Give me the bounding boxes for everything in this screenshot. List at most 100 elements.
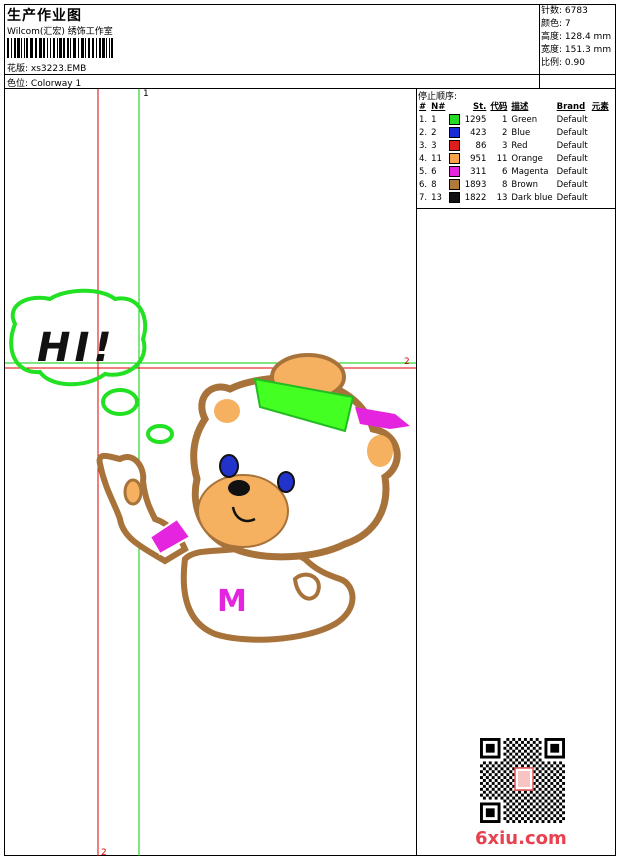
cell-code: 11 (496, 154, 508, 164)
table-header-row: # N# St. 代码 描述 Brand 元素 (417, 101, 611, 114)
watermark-text: 6xiu.com (475, 828, 567, 849)
cell-stitches: 311 (447, 166, 488, 179)
cell-element (590, 140, 611, 153)
cell-needle: 8 (431, 180, 437, 190)
cell-element (590, 127, 611, 140)
spec-colors: 颜色: 7 (541, 19, 571, 29)
cell-needle: 2 (431, 128, 437, 138)
embroidery-design-canvas: HI! M (5, 89, 416, 856)
spec-height: 高度: 128.4 mm (541, 32, 612, 42)
page-title: 生产作业图 (7, 8, 82, 24)
bear-nose (228, 480, 250, 496)
cell-element (590, 153, 611, 166)
cell-code: 3 (501, 141, 508, 151)
company-name: Wilcom(汇宏) 绣饰工作室 (7, 27, 113, 37)
cell-element (590, 179, 611, 192)
cell-stitches: 423 (447, 127, 488, 140)
color-sequence-table: # N# St. 代码 描述 Brand 元素 1. 1 1295 1 Green Def… (417, 101, 611, 205)
cell-description: Dark blue (511, 193, 553, 203)
pattern-row: 花版: xs3223.EMB (7, 61, 86, 74)
cell-stitches: 1893 (447, 179, 488, 192)
qr-code (480, 738, 565, 823)
col-header-element: 元素 (591, 102, 609, 112)
cell-brand: Default (556, 167, 588, 177)
cell-description: Red (511, 141, 528, 151)
cell-brand: Default (556, 141, 588, 151)
color-swatch (449, 153, 461, 164)
cell-index: 4. (419, 154, 428, 164)
barcode (7, 38, 113, 58)
guide-label-top: 1 (143, 89, 149, 99)
cell-stitches: 86 (447, 140, 488, 153)
bear-left-eye (219, 454, 239, 478)
shirt-letter: M (217, 584, 247, 619)
cell-code: 6 (501, 167, 508, 177)
colorway-label: 色位: (7, 79, 29, 89)
table-row: 6. 8 1893 8 Brown Default (417, 179, 611, 192)
cell-needle: 13 (431, 193, 442, 203)
cell-element (590, 166, 611, 179)
cell-needle: 3 (431, 141, 437, 151)
spec-width: 宽度: 151.3 mm (541, 45, 612, 55)
color-swatch (449, 127, 461, 138)
bear-illustration: M (96, 353, 410, 643)
cell-index: 1. (419, 115, 428, 125)
cell-code: 1 (501, 115, 508, 125)
guide-label-bottom: 2 (101, 848, 107, 858)
cell-code: 2 (501, 128, 508, 138)
spec-stitches: 针数: 6783 (541, 6, 588, 16)
color-swatch (449, 114, 461, 125)
cell-needle: 11 (431, 154, 442, 164)
bear-paw (123, 478, 143, 506)
cell-needle: 6 (431, 167, 437, 177)
table-row: 7. 13 1822 13 Dark blue Default (417, 192, 611, 205)
cell-element (590, 114, 611, 127)
cell-brand: Default (556, 128, 588, 138)
cell-index: 6. (419, 180, 428, 190)
cell-brand: Default (556, 115, 588, 125)
color-swatch (449, 192, 461, 203)
cell-description: Magenta (511, 167, 549, 177)
cell-index: 2. (419, 128, 428, 138)
cell-index: 5. (419, 167, 428, 177)
cell-index: 3. (419, 141, 428, 151)
bear-right-ear-inner (367, 435, 393, 467)
pattern-value: xs3223.EMB (30, 64, 87, 74)
table-row: 2. 2 423 2 Blue Default (417, 127, 611, 140)
cell-code: 13 (496, 193, 508, 203)
cell-needle: 1 (431, 115, 437, 125)
spec-scale: 比例: 0.90 (541, 58, 585, 68)
specs-panel: 针数: 6783 颜色: 7 高度: 128.4 mm 宽度: 151.3 mm… (541, 5, 611, 70)
cell-brand: Default (556, 154, 588, 164)
col-header-code: 代码 (490, 102, 508, 112)
cell-code: 8 (501, 180, 508, 190)
table-row: 5. 6 311 6 Magenta Default (417, 166, 611, 179)
colorway-row: 色位: Colorway 1 (7, 76, 81, 89)
color-table-bottom-rule (416, 208, 616, 209)
bubble-text: HI! (37, 325, 116, 371)
col-header-description: 描述 (511, 102, 529, 112)
col-header-needle: N# (431, 102, 446, 112)
pattern-label: 花版: (7, 64, 29, 74)
cell-description: Blue (511, 128, 531, 138)
col-header-index: # (419, 102, 427, 112)
bear-shirt (180, 543, 356, 643)
cell-index: 7. (419, 193, 428, 203)
col-header-brand: Brand (556, 102, 586, 112)
table-row: 1. 1 1295 1 Green Default (417, 114, 611, 127)
cell-brand: Default (556, 180, 588, 190)
bear-left-ear-inner (214, 399, 240, 423)
table-row: 4. 11 951 11 Orange Default (417, 153, 611, 166)
color-swatch (449, 140, 461, 151)
cell-description: Brown (511, 180, 539, 190)
cell-description: Orange (511, 154, 543, 164)
color-swatch (449, 166, 461, 177)
colorway-value: Colorway 1 (30, 79, 82, 89)
col-header-stitches: St. (472, 102, 487, 112)
cell-stitches: 1295 (447, 114, 488, 127)
bear-right-eye (277, 471, 295, 493)
guide-label-right: 2 (404, 357, 410, 367)
cell-stitches: 1822 (447, 192, 488, 205)
table-row: 3. 3 86 3 Red Default (417, 140, 611, 153)
cell-element (590, 192, 611, 205)
